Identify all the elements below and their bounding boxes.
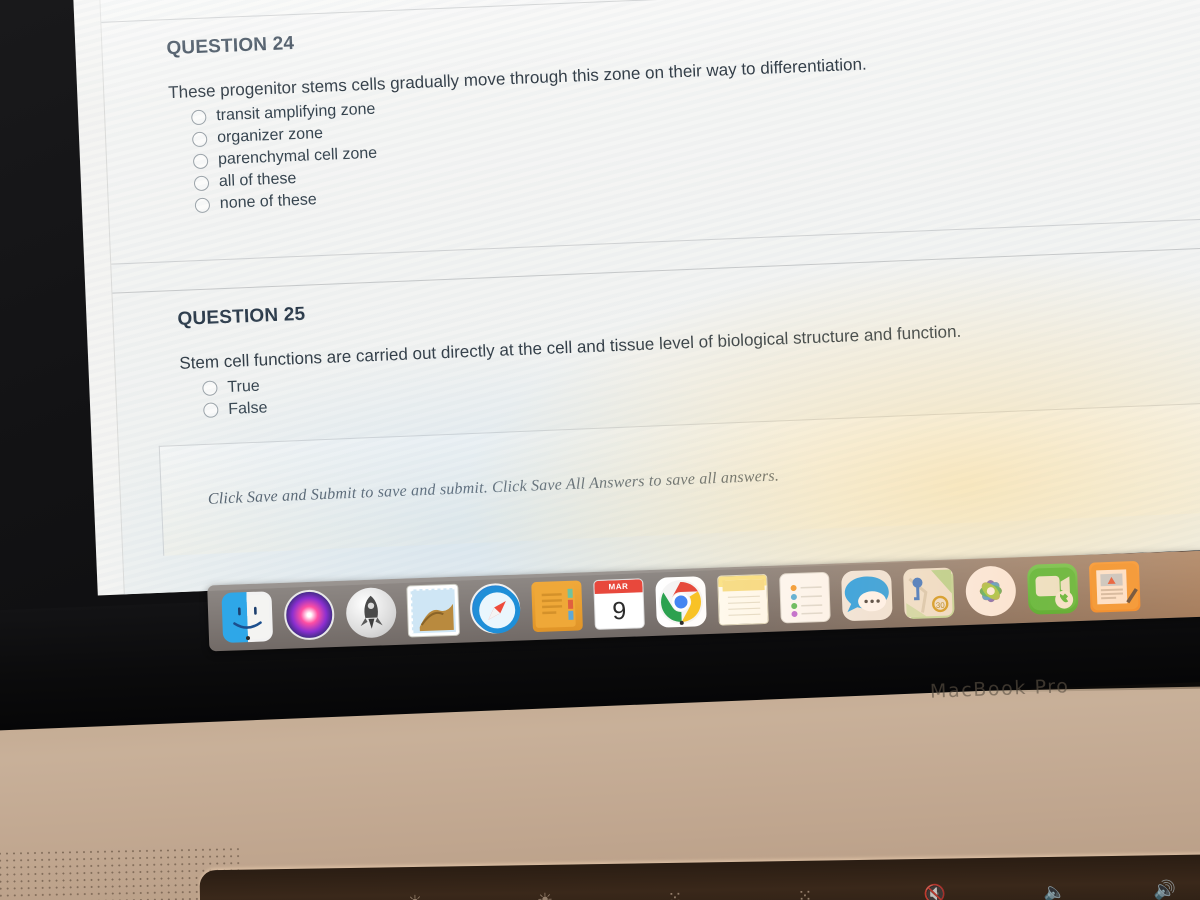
finder-icon[interactable] — [221, 591, 274, 643]
esc-key[interactable]: esc — [200, 883, 351, 900]
radio-button-icon[interactable] — [192, 153, 209, 169]
option-label: none of these — [219, 191, 318, 213]
volume-up-key[interactable]: 🔊 — [1110, 869, 1200, 900]
radio-button-icon[interactable] — [202, 380, 218, 397]
photos-icon[interactable] — [964, 565, 1017, 617]
photo-of-macbook-screen: esc☀☀⁙⁙🔇🔈🔊 MacBook Pro QUESTION 24 These… — [0, 0, 1200, 900]
laptop-screen: QUESTION 24 These progenitor stems cells… — [72, 0, 1200, 596]
mission-control-key[interactable]: ⁙ — [610, 877, 741, 900]
radio-button-icon[interactable] — [191, 131, 208, 147]
siri-icon[interactable] — [283, 589, 336, 641]
question-block-24: QUESTION 24 These progenitor stems cells… — [102, 0, 1200, 218]
calendar-icon[interactable]: MAR 9 — [593, 578, 645, 630]
quiz-page: QUESTION 24 These progenitor stems cells… — [97, 0, 1200, 595]
chrome-icon[interactable] — [655, 576, 707, 628]
notes-icon[interactable] — [717, 573, 769, 626]
option-label: parenchymal cell zone — [217, 144, 378, 169]
option-label: True — [227, 377, 261, 396]
option-label: organizer zone — [216, 125, 324, 147]
brightness-down-key[interactable]: ☀ — [350, 881, 481, 900]
radio-button-icon[interactable] — [191, 109, 207, 125]
safari-icon[interactable] — [469, 582, 521, 635]
maps-icon[interactable]: 30 — [903, 567, 955, 620]
option-label: False — [227, 398, 268, 418]
facetime-icon[interactable] — [1026, 563, 1079, 615]
mute-key[interactable]: 🔇 — [870, 873, 1001, 900]
messages-icon[interactable] — [841, 569, 893, 622]
question-block-25: QUESTION 25 Stem cell functions are carr… — [113, 263, 1200, 423]
launchpad-icon[interactable] — [345, 586, 398, 639]
reminders-icon[interactable] — [779, 571, 831, 624]
option-label: transit amplifying zone — [215, 100, 376, 125]
launchpad-key[interactable]: ⁙ — [740, 875, 871, 900]
submit-instructions-panel: Click Save and Submit to save and submit… — [158, 399, 1200, 556]
radio-button-icon[interactable] — [203, 402, 219, 418]
pages-icon[interactable] — [1088, 560, 1141, 613]
submit-instructions-text: Click Save and Submit to save and submit… — [207, 466, 780, 508]
contacts-icon[interactable] — [531, 580, 583, 633]
volume-down-key[interactable]: 🔈 — [1000, 871, 1111, 900]
mail-icon[interactable] — [407, 584, 460, 637]
svg-text:30: 30 — [936, 601, 946, 610]
calendar-day-label: 9 — [611, 596, 627, 626]
brightness-up-key[interactable]: ☀ — [480, 879, 611, 900]
radio-button-icon[interactable] — [193, 175, 210, 191]
radio-button-icon[interactable] — [194, 197, 211, 213]
option-label: all of these — [218, 170, 297, 191]
